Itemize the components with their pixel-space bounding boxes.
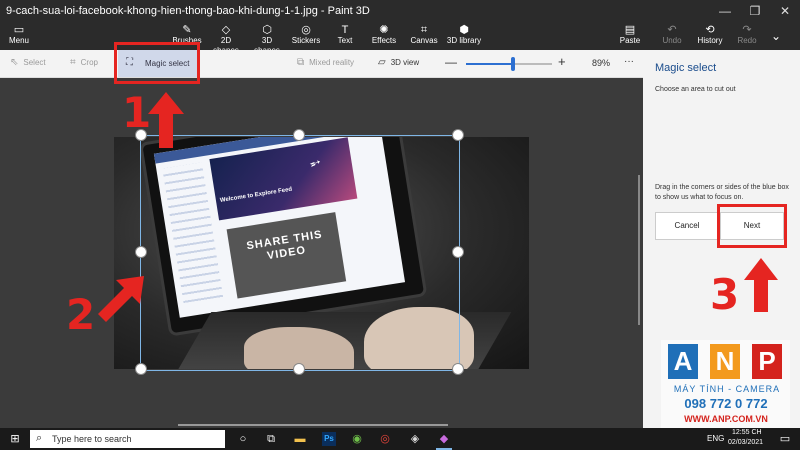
text-button[interactable]: T Text (333, 24, 357, 46)
app-icon[interactable]: ◉ (350, 432, 364, 446)
panel-title: Magic select (655, 62, 717, 74)
redo-icon: ↷ (742, 24, 752, 36)
notification-icon[interactable]: ▭ (778, 432, 792, 446)
logo-tagline: MÁY TÍNH - CAMERA (673, 384, 781, 394)
zoom-slider-fill (466, 63, 514, 65)
menu-button[interactable]: ▭ Menu (4, 24, 34, 46)
zoom-level: 89% (592, 58, 611, 68)
resize-handle-bottom[interactable] (293, 363, 305, 375)
resize-handle-right[interactable] (452, 246, 464, 258)
multitask-icon[interactable]: ⧉ (264, 432, 278, 446)
effects-button[interactable]: ✺ Effects (369, 24, 399, 46)
task-view-icon[interactable]: ○ (236, 432, 250, 446)
horizontal-scrollbar[interactable] (178, 424, 448, 426)
clock-date[interactable]: 02/03/2021 (728, 439, 763, 446)
zoom-in-icon[interactable]: + (558, 54, 566, 69)
vertical-scrollbar[interactable] (638, 175, 640, 325)
window-title: 9-cach-sua-loi-facebook-khong-hien-thong… (6, 5, 370, 17)
zoom-out-icon[interactable]: — (445, 55, 457, 69)
view-3d-icon: ▱ (378, 57, 386, 68)
title-bar: 9-cach-sua-loi-facebook-khong-hien-thong… (0, 0, 800, 22)
cube-icon: ⬡ (262, 24, 272, 36)
panel-instruction: Drag in the corners or sides of the blue… (655, 184, 789, 201)
step-2-label: 2 (66, 290, 96, 339)
sticker-icon: ◎ (301, 24, 311, 36)
zoom-slider[interactable] (466, 57, 552, 71)
maximize-icon[interactable]: ❐ (740, 0, 770, 22)
search-placeholder: Type here to search (52, 434, 132, 444)
text-icon: T (341, 24, 349, 36)
more-options-icon[interactable]: ··· (624, 56, 634, 67)
logo-letter-a: A (668, 344, 698, 379)
canvas-button[interactable]: ⌗ Canvas (409, 24, 439, 46)
crop-icon: ⌗ (70, 57, 76, 68)
expand-icon[interactable]: ⌄ (771, 29, 781, 43)
select-tool[interactable]: ⇖ Select (10, 57, 46, 68)
step-1-label: 1 (122, 88, 152, 137)
browser-icon[interactable]: ◈ (408, 432, 422, 446)
brush-icon: ✎ (182, 24, 192, 36)
library-icon: ⬢ (459, 24, 469, 36)
library-3d-button[interactable]: ⬢ 3D library (446, 24, 482, 46)
logo-phone: 098 772 0 772 (684, 396, 768, 411)
canvas-icon: ⌗ (420, 24, 428, 36)
highlight-next-button (717, 204, 787, 248)
undo-button[interactable]: ↶ Undo (660, 24, 684, 46)
taskbar: ⊞ ⌕ Type here to search ○ ⧉ ▬ Ps ◉ ◎ ◈ ◆… (0, 428, 800, 450)
redo-button[interactable]: ↷ Redo (736, 24, 758, 46)
mixed-reality-icon: ⧉ (297, 57, 305, 68)
step-2-arrow-icon (98, 276, 144, 322)
resize-handle-left[interactable] (135, 246, 147, 258)
history-button[interactable]: ⟲ History (697, 24, 723, 46)
shapes-2d-icon: ◇ (221, 24, 231, 36)
highlight-magic-select (114, 42, 200, 84)
stickers-button[interactable]: ◎ Stickers (291, 24, 321, 46)
crop-tool[interactable]: ⌗ Crop (70, 57, 98, 68)
zoom-slider-thumb[interactable] (511, 57, 516, 71)
photoshop-icon[interactable]: Ps (322, 432, 336, 446)
undo-icon: ↶ (667, 24, 677, 36)
selection-box[interactable] (140, 135, 460, 371)
logo-letter-n: N (710, 344, 740, 379)
mixed-reality-button[interactable]: ⧉ Mixed reality (297, 57, 354, 68)
language-indicator[interactable]: ENG (707, 434, 724, 443)
step-3-arrow-icon (744, 258, 778, 312)
paste-button[interactable]: ▤ Paste (617, 24, 643, 46)
taskbar-search[interactable]: ⌕ Type here to search (30, 430, 225, 448)
cursor-icon: ⇖ (10, 57, 19, 68)
resize-handle-top[interactable] (293, 129, 305, 141)
logo-letter-p: P (752, 344, 782, 379)
resize-handle-top-right[interactable] (452, 129, 464, 141)
view-3d-button[interactable]: ▱ 3D view (378, 57, 419, 68)
tool-bar: ⇖ Select ⌗ Crop ⛶ Magic select ⧉ Mixed real… (0, 50, 643, 78)
anp-logo: A N P MÁY TÍNH - CAMERA 098 772 0 772 WW… (661, 340, 790, 428)
step-1-arrow-icon (148, 92, 184, 148)
close-icon[interactable]: ✕ (770, 0, 800, 22)
step-3-label: 3 (710, 270, 740, 319)
resize-handle-bottom-right[interactable] (452, 363, 464, 375)
panel-subtitle: Choose an area to cut out (655, 86, 736, 93)
clipboard-icon: ▤ (624, 24, 636, 36)
clock-time[interactable]: 12:55 CH (732, 429, 762, 436)
sun-icon: ✺ (379, 24, 389, 36)
history-icon: ⟲ (705, 24, 715, 36)
paint-3d-icon[interactable]: ◆ (437, 432, 451, 446)
cancel-button[interactable]: Cancel (655, 212, 719, 240)
logo-website: WWW.ANP.COM.VN (684, 414, 768, 424)
file-explorer-icon[interactable]: ▬ (293, 432, 307, 446)
windows-start-icon[interactable]: ⊞ (8, 432, 22, 446)
search-icon: ⌕ (36, 432, 43, 444)
resize-handle-bottom-left[interactable] (135, 363, 147, 375)
minimize-icon[interactable]: — (710, 0, 740, 22)
chrome-icon[interactable]: ◎ (378, 432, 392, 446)
folder-icon: ▭ (13, 24, 25, 36)
